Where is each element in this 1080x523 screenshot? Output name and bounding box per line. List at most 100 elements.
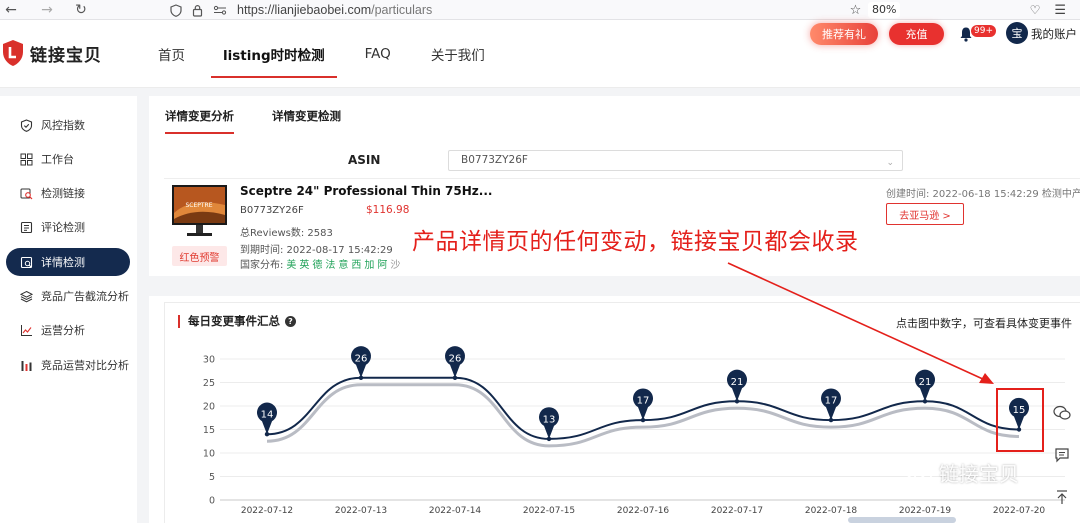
sidebar-item-label: 风控指数 (41, 119, 85, 132)
point-dot (734, 399, 740, 404)
chart-icon (20, 324, 33, 337)
country-it[interactable]: 意 (338, 256, 348, 271)
avatar[interactable]: 宝 (1006, 22, 1028, 44)
product-title[interactable]: Sceptre 24" Professional Thin 75Hz... (240, 184, 492, 198)
point-dot (452, 375, 458, 380)
data-point[interactable]: 26 (445, 346, 465, 380)
shield-icon (20, 118, 33, 132)
y-tick-label: 0 (209, 496, 215, 507)
horizontal-scrollbar[interactable] (848, 517, 956, 523)
data-point[interactable]: 21 (727, 369, 747, 404)
data-point[interactable]: 17 (821, 388, 841, 423)
point-dot (264, 432, 270, 437)
data-label[interactable]: 21 (731, 377, 744, 388)
browser-toolbar: ← → ↻ (0, 0, 1080, 20)
wechat-logo-icon (905, 461, 932, 483)
menu-icon[interactable]: ☰ (1054, 3, 1066, 18)
country-ca[interactable]: 加 (364, 256, 374, 271)
data-label[interactable]: 15 (1013, 405, 1026, 416)
logo[interactable]: 链接宝贝 (2, 39, 102, 67)
product-price: $116.98 (366, 204, 410, 216)
nav-about[interactable]: 关于我们 (431, 20, 485, 88)
wechat-icon[interactable] (1052, 403, 1072, 423)
account-link[interactable]: 我的账户 (1031, 26, 1077, 42)
point-dot (828, 417, 834, 423)
x-tick-label: 2022-07-13 (335, 506, 387, 516)
data-label[interactable]: 26 (355, 353, 368, 364)
charge-button[interactable]: 充值 (889, 23, 944, 45)
tab-detail-change-analysis[interactable]: 详情变更分析 (165, 108, 234, 134)
sidebar-item-workbench[interactable]: 工作台 (6, 145, 130, 173)
chart-hint: 点击图中数字，可查看具体变更事件 (896, 317, 1072, 330)
pocket-icon[interactable]: ♡ (1030, 3, 1041, 17)
sidebar-item-competitor-compare[interactable]: 竞品运营对比分析 (6, 351, 130, 379)
address-bar[interactable]: https://lianjiebaobei.com/particulars (170, 0, 432, 20)
data-label[interactable]: 26 (449, 353, 462, 364)
detail-icon (20, 256, 33, 269)
data-label[interactable]: 13 (543, 414, 556, 425)
country-fr[interactable]: 法 (325, 256, 335, 271)
product-image[interactable]: SCEPTRE (171, 183, 228, 239)
data-point[interactable]: 26 (351, 346, 371, 380)
sidebar-item-label: 竞品运营对比分析 (41, 359, 129, 372)
lock-icon (192, 4, 203, 17)
sidebar-item-label: 竞品广告截流分析 (41, 290, 129, 303)
nav-faq[interactable]: FAQ (365, 20, 391, 88)
country-de[interactable]: 德 (312, 256, 322, 271)
product-expire-time: 到期时间: 2022-08-17 15:42:29 (240, 245, 393, 256)
zoom-level[interactable]: 80% (868, 2, 901, 18)
point-dot (1016, 427, 1022, 432)
logo-text: 链接宝贝 (30, 45, 102, 66)
sidebar-item-risk-index[interactable]: 风控指数 (6, 111, 130, 139)
data-point[interactable]: 13 (539, 407, 559, 442)
url-text[interactable]: https://lianjiebaobei.com/particulars (237, 3, 432, 17)
country-es[interactable]: 西 (351, 256, 361, 271)
asin-select[interactable]: B0773ZY26F ⌄ (448, 150, 903, 171)
country-uk[interactable]: 英 (299, 256, 309, 271)
y-tick-label: 10 (203, 449, 215, 460)
data-point[interactable]: 17 (633, 388, 653, 423)
sidebar-item-review-check[interactable]: 评论检测 (6, 213, 130, 241)
data-point[interactable]: 14 (257, 402, 277, 437)
recommend-button[interactable]: 推荐有礼 (810, 23, 878, 45)
nav-home[interactable]: 首页 (158, 20, 185, 88)
data-point[interactable]: 21 (915, 369, 935, 404)
x-tick-label: 2022-07-19 (899, 506, 952, 516)
notification-badge: 99+ (971, 25, 996, 37)
sidebar-item-operation-analysis[interactable]: 运营分析 (6, 316, 130, 344)
country-us[interactable]: 美 (286, 256, 296, 271)
daily-change-chart: 0 5 10 15 20 25 30 2022-07-12 2022-07-13 2022-07-… (203, 346, 1065, 516)
country-ae[interactable]: 阿 (377, 256, 387, 271)
message-icon[interactable] (1052, 445, 1072, 465)
back-arrow-icon[interactable]: ← (0, 0, 22, 20)
bookmark-star-icon[interactable]: ☆ (850, 3, 862, 18)
data-label[interactable]: 14 (261, 410, 274, 421)
data-label[interactable]: 17 (825, 396, 838, 407)
chevron-down-icon: ⌄ (886, 158, 894, 168)
forward-arrow-icon[interactable]: → (36, 0, 58, 20)
permissions-icon[interactable] (213, 4, 227, 16)
help-icon[interactable]: ? (285, 316, 296, 327)
country-sa[interactable]: 沙 (390, 256, 400, 271)
tab-bar: 详情变更分析 详情变更检测 (165, 108, 341, 134)
sidebar-item-detail-check[interactable]: 详情检测 (6, 248, 130, 276)
grid-icon (20, 153, 33, 166)
reload-icon[interactable]: ↻ (70, 0, 92, 20)
watermark: 链接宝贝 (905, 458, 1019, 487)
sidebar-item-label: 检测链接 (41, 187, 85, 200)
data-label[interactable]: 21 (919, 377, 932, 388)
y-tick-label: 25 (203, 378, 215, 389)
tab-detail-change-check[interactable]: 详情变更检测 (272, 108, 341, 134)
data-label[interactable]: 17 (637, 396, 650, 407)
data-point[interactable]: 15 (1009, 397, 1029, 432)
y-tick-label: 30 (203, 355, 215, 366)
y-tick-label: 5 (209, 472, 215, 483)
back-to-top-icon[interactable] (1052, 487, 1072, 507)
go-amazon-button[interactable]: 去亚马逊 > (886, 203, 964, 225)
sidebar-item-competitor-ads[interactable]: 竞品广告截流分析 (6, 282, 130, 310)
country-distribution: 国家分布: 美 英 德 法 意 西 加 阿 沙 (240, 256, 400, 271)
sidebar-item-link-check[interactable]: 检测链接 (6, 179, 130, 207)
nav-listing-monitor[interactable]: listing时时检测 (211, 20, 337, 88)
product-asin: B0773ZY26F (240, 205, 304, 216)
x-tick-label: 2022-07-14 (429, 506, 482, 516)
